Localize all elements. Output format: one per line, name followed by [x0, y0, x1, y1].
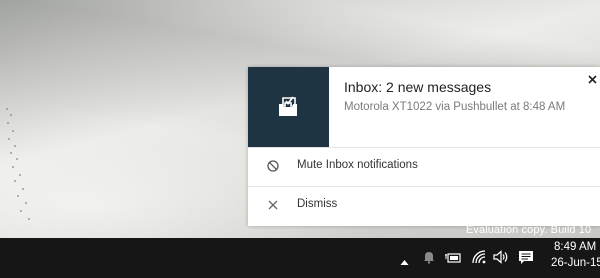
- close-icon[interactable]: [584, 71, 600, 87]
- notification-bell-icon[interactable]: [423, 250, 435, 269]
- action-center-icon[interactable]: [518, 250, 534, 270]
- notification-title: Inbox: 2 new messages: [344, 79, 492, 95]
- notification-header[interactable]: Inbox: 2 new messages Motorola XT1022 vi…: [248, 67, 600, 147]
- taskbar-clock-date[interactable]: 26-Jun-15: [551, 257, 600, 269]
- volume-icon[interactable]: [493, 250, 510, 269]
- notification-toast[interactable]: Inbox: 2 new messages Motorola XT1022 vi…: [248, 67, 600, 226]
- wifi-icon[interactable]: [471, 249, 487, 269]
- snow-tracks: [0, 100, 40, 240]
- dismiss-label: Dismiss: [297, 198, 338, 210]
- battery-icon[interactable]: [445, 251, 462, 269]
- taskbar-clock-time[interactable]: 8:49 AM: [554, 241, 596, 253]
- inbox-app-icon: [248, 67, 329, 147]
- mute-label: Mute Inbox notifications: [297, 159, 418, 171]
- mute-inbox-notifications-button[interactable]: Mute Inbox notifications: [248, 147, 600, 186]
- notification-subtitle: Motorola XT1022 via Pushbullet at 8:48 A…: [344, 101, 566, 113]
- dismiss-button[interactable]: Dismiss: [248, 186, 600, 225]
- taskbar: [0, 238, 600, 278]
- block-icon: [266, 159, 280, 173]
- chevron-up-icon[interactable]: [400, 253, 409, 271]
- close-icon: [266, 198, 280, 212]
- evaluation-watermark: Evaluation copy. Build 10: [466, 224, 592, 236]
